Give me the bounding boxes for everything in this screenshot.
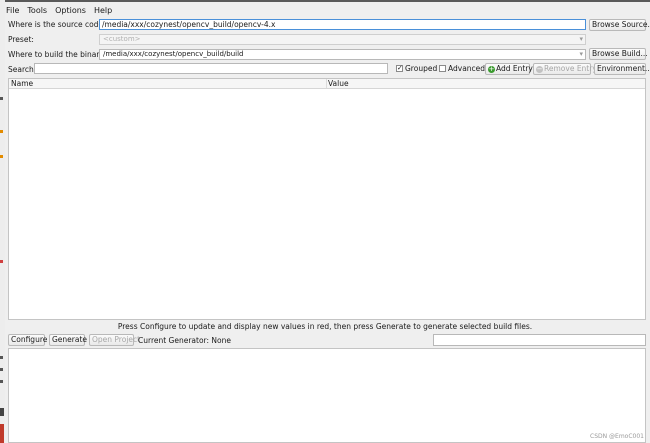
edge-mark xyxy=(0,408,4,416)
chevron-down-icon: ▾ xyxy=(579,50,583,58)
edge-mark xyxy=(0,260,3,263)
build-label: Where to build the binaries: xyxy=(8,50,113,59)
source-label: Where is the source code: xyxy=(8,20,106,29)
menu-file[interactable]: File xyxy=(6,6,19,15)
check-icon: ✓ xyxy=(396,64,403,72)
table-header: Name Value xyxy=(9,79,645,89)
source-path-input[interactable]: /media/xxx/cozynest/opencv_build/opencv-… xyxy=(99,19,586,30)
build-path-value: /media/xxx/cozynest/opencv_build/build xyxy=(103,50,244,58)
environment-button[interactable]: Environment... xyxy=(594,63,650,75)
advanced-label: Advanced xyxy=(448,64,486,73)
desktop-left-edge xyxy=(0,0,5,443)
edge-mark xyxy=(0,424,4,443)
add-entry-label: Add Entry xyxy=(496,64,533,73)
current-generator: Current Generator: None xyxy=(138,336,231,345)
output-log[interactable] xyxy=(8,348,646,443)
configure-hint: Press Configure to update and display ne… xyxy=(117,322,533,331)
menu-options[interactable]: Options xyxy=(55,6,86,15)
add-entry-button[interactable]: + Add Entry xyxy=(485,63,533,75)
edge-mark xyxy=(0,368,3,371)
edge-mark xyxy=(0,130,3,133)
browse-build-button[interactable]: Browse Build... xyxy=(589,48,648,60)
browse-source-button[interactable]: Browse Source... xyxy=(589,19,650,31)
generate-button[interactable]: Generate xyxy=(49,334,87,346)
column-header-value[interactable]: Value xyxy=(328,79,349,88)
output-search-input[interactable] xyxy=(433,334,646,346)
build-path-combo[interactable]: /media/xxx/cozynest/opencv_build/build ▾ xyxy=(99,49,586,60)
grouped-label: Grouped xyxy=(405,64,438,73)
remove-entry-label: Remove Entry xyxy=(544,64,597,73)
advanced-checkbox[interactable]: Advanced xyxy=(439,64,485,73)
search-input[interactable] xyxy=(34,63,388,74)
unchecked-box-icon xyxy=(439,65,446,72)
edge-mark xyxy=(0,380,3,383)
open-project-button[interactable]: Open Project xyxy=(89,334,140,346)
preset-combo[interactable]: <custom> ▾ xyxy=(99,34,586,45)
search-label: Search: xyxy=(8,65,37,74)
column-divider xyxy=(326,79,327,88)
remove-entry-button[interactable]: − Remove Entry xyxy=(533,63,597,75)
preset-label: Preset: xyxy=(8,35,34,44)
add-icon: + xyxy=(488,64,495,73)
edge-mark xyxy=(0,97,3,100)
chevron-down-icon: ▾ xyxy=(579,35,583,43)
menu-tools[interactable]: Tools xyxy=(27,6,47,15)
preset-value: <custom> xyxy=(103,35,141,43)
menu-help[interactable]: Help xyxy=(94,6,112,15)
column-header-name[interactable]: Name xyxy=(11,79,33,88)
edge-mark xyxy=(0,155,3,158)
remove-icon: − xyxy=(536,64,543,73)
top-edge xyxy=(0,0,650,2)
configure-button[interactable]: Configure xyxy=(8,334,47,346)
edge-mark xyxy=(0,356,3,359)
cmake-gui-window: File Tools Options Help Where is the sou… xyxy=(0,0,650,443)
watermark: CSDN @EmoC001 xyxy=(590,433,644,440)
menu-bar: File Tools Options Help xyxy=(6,4,112,16)
grouped-checkbox[interactable]: ✓ Grouped xyxy=(396,64,437,73)
cache-table[interactable]: Name Value xyxy=(8,78,646,320)
